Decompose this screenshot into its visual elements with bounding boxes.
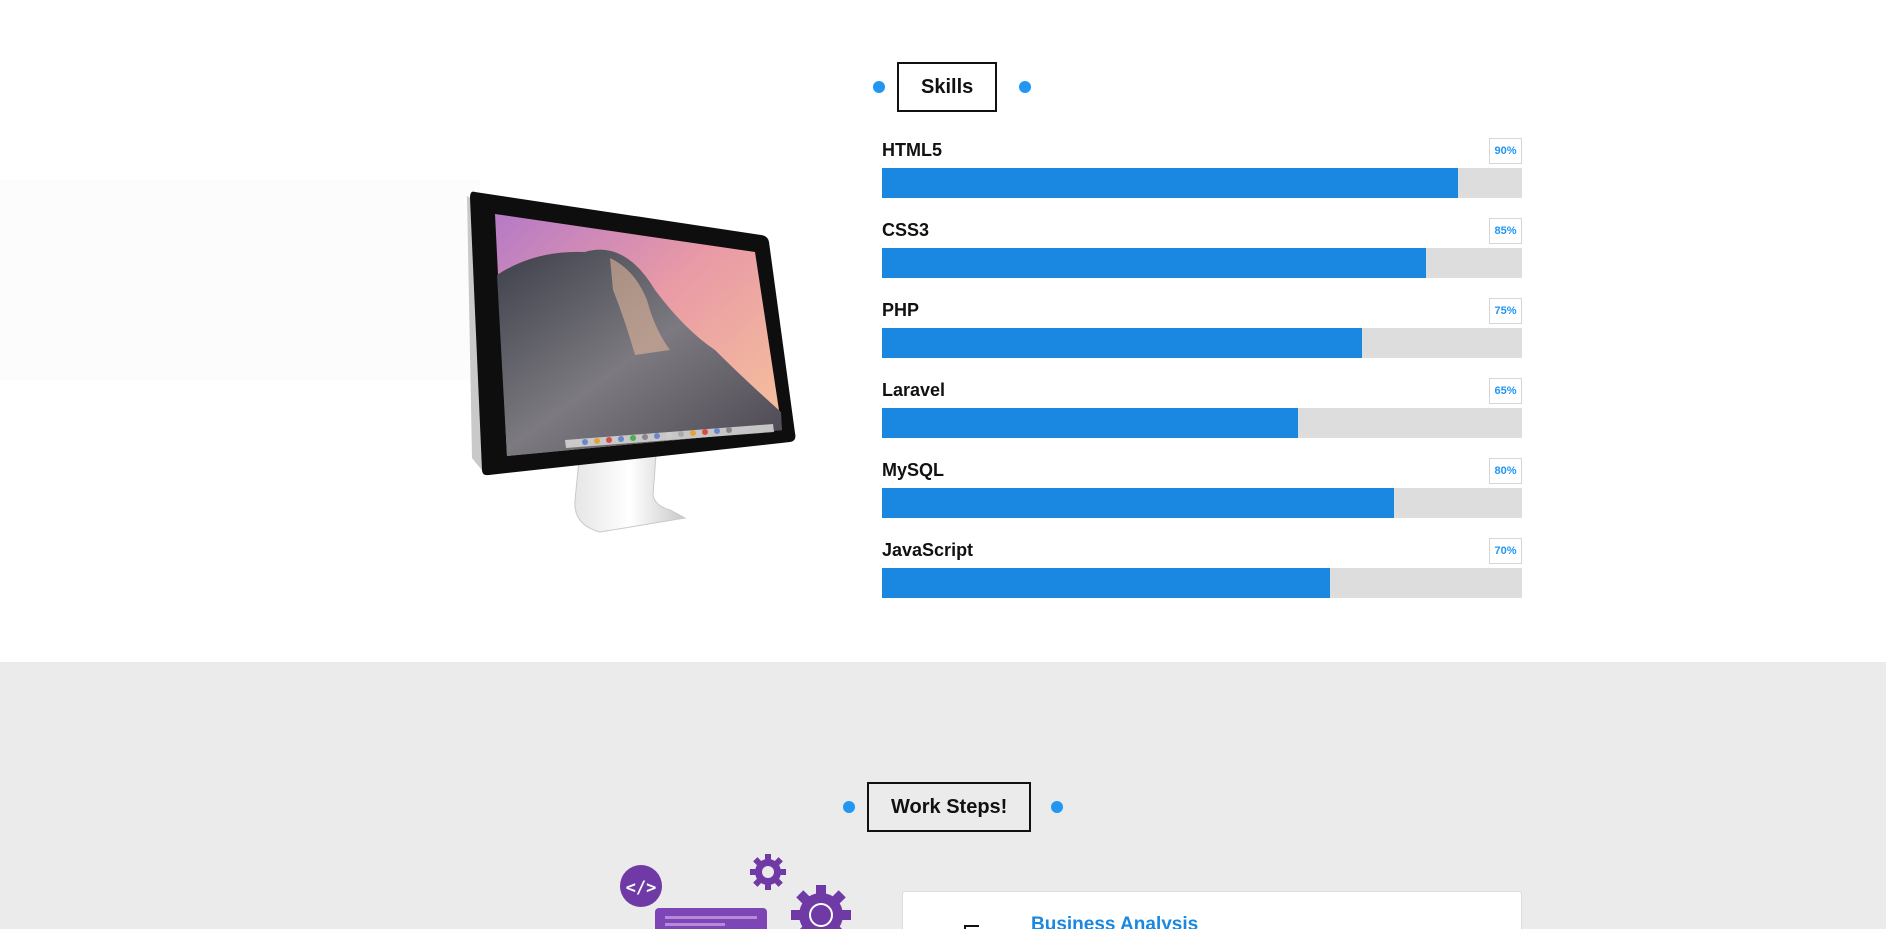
skill-progress-fill [882, 408, 1298, 438]
skill-progress-track [882, 168, 1522, 198]
skill-row: MySQL 80% [882, 458, 1522, 538]
skill-percent-badge: 85% [1489, 218, 1522, 244]
skills-heading: Skills [873, 62, 1032, 112]
work-steps-section: Work Steps! </> Business Analysis [0, 662, 1886, 929]
work-illustration: </> [618, 852, 858, 929]
skill-progress-track [882, 408, 1522, 438]
svg-text:</>: </> [626, 878, 657, 898]
skill-row: JavaScript 70% [882, 538, 1522, 618]
skills-section: Skills HTML5 90% CSS3 85% PHP 75% Larave… [0, 0, 1886, 662]
monitor-image [385, 180, 815, 560]
skill-name: MySQL [882, 460, 945, 480]
skill-name: JavaScript [882, 540, 974, 560]
heading-dot-left [843, 801, 855, 813]
skill-progress-track [882, 248, 1522, 278]
skill-percent-badge: 70% [1489, 538, 1522, 564]
skill-row: HTML5 90% [882, 138, 1522, 218]
skill-row: Laravel 65% [882, 378, 1522, 458]
skill-percent-badge: 90% [1489, 138, 1522, 164]
skills-title: Skills [897, 62, 998, 112]
skill-name: PHP [882, 300, 920, 320]
skill-progress-track [882, 488, 1522, 518]
gear-icon [791, 885, 851, 929]
skill-percent-badge: 65% [1489, 378, 1522, 404]
heading-dot-right [1051, 801, 1064, 813]
work-steps-title: Work Steps! [867, 782, 1032, 832]
skill-percent-badge: 75% [1489, 298, 1522, 324]
heading-dot-right [1019, 81, 1032, 93]
skills-list: HTML5 90% CSS3 85% PHP 75% Laravel 65% M… [882, 138, 1522, 618]
skill-progress-track [882, 328, 1522, 358]
skill-progress-fill [882, 568, 1330, 598]
skill-name: HTML5 [882, 140, 942, 160]
skill-progress-fill [882, 488, 1394, 518]
code-bracket-icon: </> [620, 865, 662, 907]
work-step-title[interactable]: Business Analysis [1031, 914, 1198, 929]
work-steps-heading: Work Steps! [843, 782, 1064, 832]
skill-progress-fill [882, 248, 1426, 278]
work-step-card[interactable]: Business Analysis [902, 891, 1522, 929]
skill-name: CSS3 [882, 220, 930, 240]
skill-progress-fill [882, 328, 1362, 358]
skill-percent-badge: 80% [1489, 458, 1522, 484]
skill-row: PHP 75% [882, 298, 1522, 378]
skill-row: CSS3 85% [882, 218, 1522, 298]
skill-progress-track [882, 568, 1522, 598]
gear-icon [750, 854, 786, 890]
skill-progress-fill [882, 168, 1458, 198]
heading-dot-left [873, 81, 885, 93]
skill-name: Laravel [882, 380, 946, 400]
document-icon [959, 922, 987, 929]
